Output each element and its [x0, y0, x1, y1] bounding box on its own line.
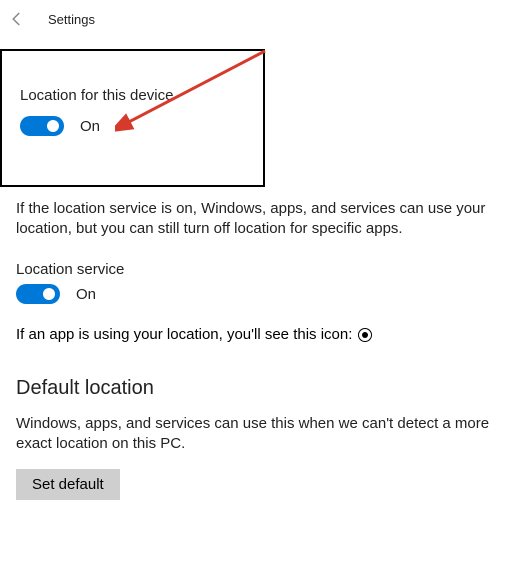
default-location-description: Windows, apps, and services can use this… — [16, 414, 494, 455]
location-target-icon — [358, 328, 372, 342]
header-title: Settings — [48, 12, 95, 27]
default-location-heading: Default location — [16, 377, 494, 400]
location-service-state: On — [76, 286, 96, 303]
settings-header: Settings — [0, 0, 510, 38]
location-service-toggle-row: On — [16, 284, 494, 304]
callout-label: Location for this device — [20, 87, 245, 104]
callout-toggle-row: On — [20, 116, 245, 136]
callout-box: Location for this device On — [0, 49, 265, 187]
set-default-button[interactable]: Set default — [16, 469, 120, 500]
back-arrow-icon[interactable] — [8, 10, 26, 28]
location-service-label: Location service — [16, 261, 494, 278]
location-icon-info: If an app is using your location, you'll… — [16, 326, 494, 343]
location-device-toggle[interactable] — [20, 116, 64, 136]
callout-state: On — [80, 118, 100, 135]
location-service-description: If the location service is on, Windows, … — [16, 199, 494, 240]
toggle-knob — [43, 288, 55, 300]
location-icon-info-text: If an app is using your location, you'll… — [16, 326, 352, 343]
toggle-knob — [47, 120, 59, 132]
location-service-toggle[interactable] — [16, 284, 60, 304]
